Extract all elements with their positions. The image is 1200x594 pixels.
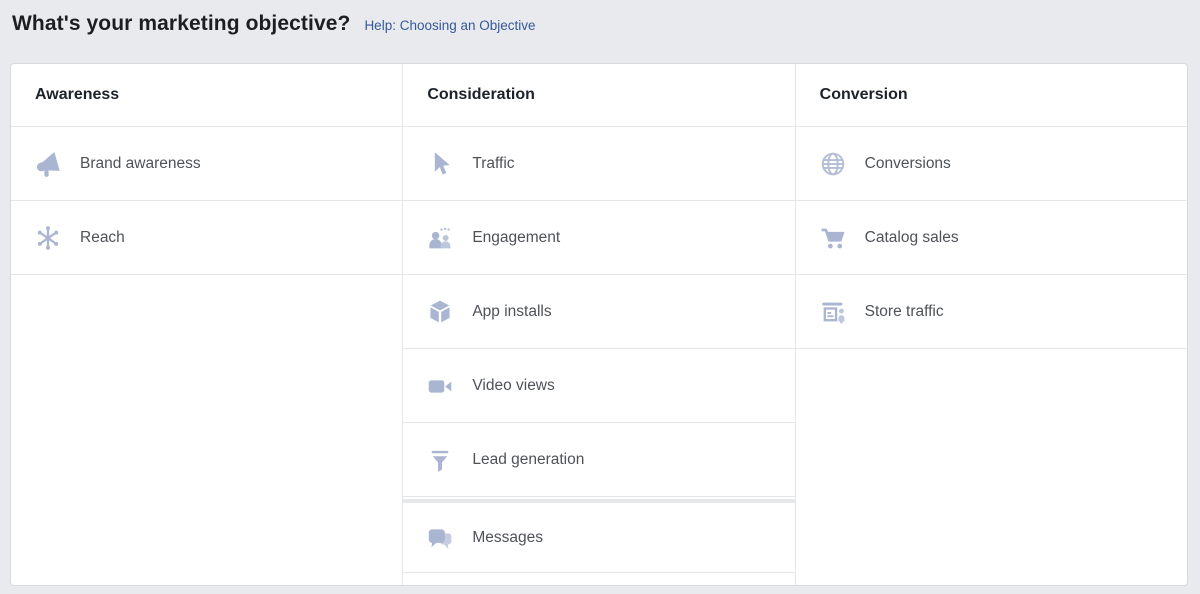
objective-catalog-sales[interactable]: Catalog sales (795, 201, 1187, 275)
objective-engagement[interactable]: Engagement (403, 201, 795, 275)
objective-video-views[interactable]: Video views (403, 349, 795, 423)
objective-label: Traffic (472, 154, 515, 172)
objective-app-installs[interactable]: App installs (403, 275, 795, 349)
objective-reach[interactable]: Reach (11, 201, 403, 275)
objective-label: Conversions (864, 154, 951, 172)
storefront-icon (818, 297, 848, 327)
video-camera-icon (425, 371, 455, 401)
column-header-conversion: Conversion (795, 64, 1187, 127)
objective-brand-awareness[interactable]: Brand awareness (11, 127, 403, 201)
objective-label: Engagement (472, 228, 561, 246)
column-items: Brand awareness Reach (11, 127, 403, 275)
objective-label: Catalog sales (864, 228, 959, 246)
objectives-panel: Awareness Brand awareness Reach Considera… (10, 63, 1188, 586)
page-header: What's your marketing objective? Help: C… (0, 0, 1200, 51)
column-header-awareness: Awareness (11, 64, 403, 127)
objective-column-conversion: Conversion Conversions Catalog sales Store… (794, 64, 1187, 585)
help-link[interactable]: Help: Choosing an Objective (364, 18, 535, 33)
objective-label: Store traffic (864, 302, 944, 320)
chat-bubbles-icon (425, 523, 455, 553)
page-title: What's your marketing objective? (12, 12, 351, 35)
cube-icon (425, 297, 455, 327)
objective-label: Lead generation (472, 450, 585, 468)
reach-network-icon (33, 223, 63, 253)
objective-column-consideration: Consideration Traffic Engagement App insta… (402, 64, 795, 585)
funnel-icon (425, 445, 455, 475)
objective-label: Video views (472, 376, 555, 394)
objective-messages[interactable]: Messages (403, 499, 795, 573)
globe-icon (818, 149, 848, 179)
objective-label: App installs (472, 302, 552, 320)
column-header-consideration: Consideration (403, 64, 795, 127)
objective-conversions[interactable]: Conversions (795, 127, 1187, 201)
shopping-cart-icon (818, 223, 848, 253)
objective-column-awareness: Awareness Brand awareness Reach (11, 64, 403, 585)
column-items: Traffic Engagement App installs Video views… (403, 127, 795, 573)
megaphone-icon (33, 149, 63, 179)
people-engagement-icon (425, 223, 455, 253)
objective-lead-generation[interactable]: Lead generation (403, 423, 795, 497)
cursor-icon (425, 149, 455, 179)
objective-label: Messages (472, 528, 543, 546)
objective-label: Brand awareness (80, 154, 201, 172)
objective-traffic[interactable]: Traffic (403, 127, 795, 201)
objective-label: Reach (80, 228, 125, 246)
objective-store-traffic[interactable]: Store traffic (795, 275, 1187, 349)
column-items: Conversions Catalog sales Store traffic (795, 127, 1187, 349)
